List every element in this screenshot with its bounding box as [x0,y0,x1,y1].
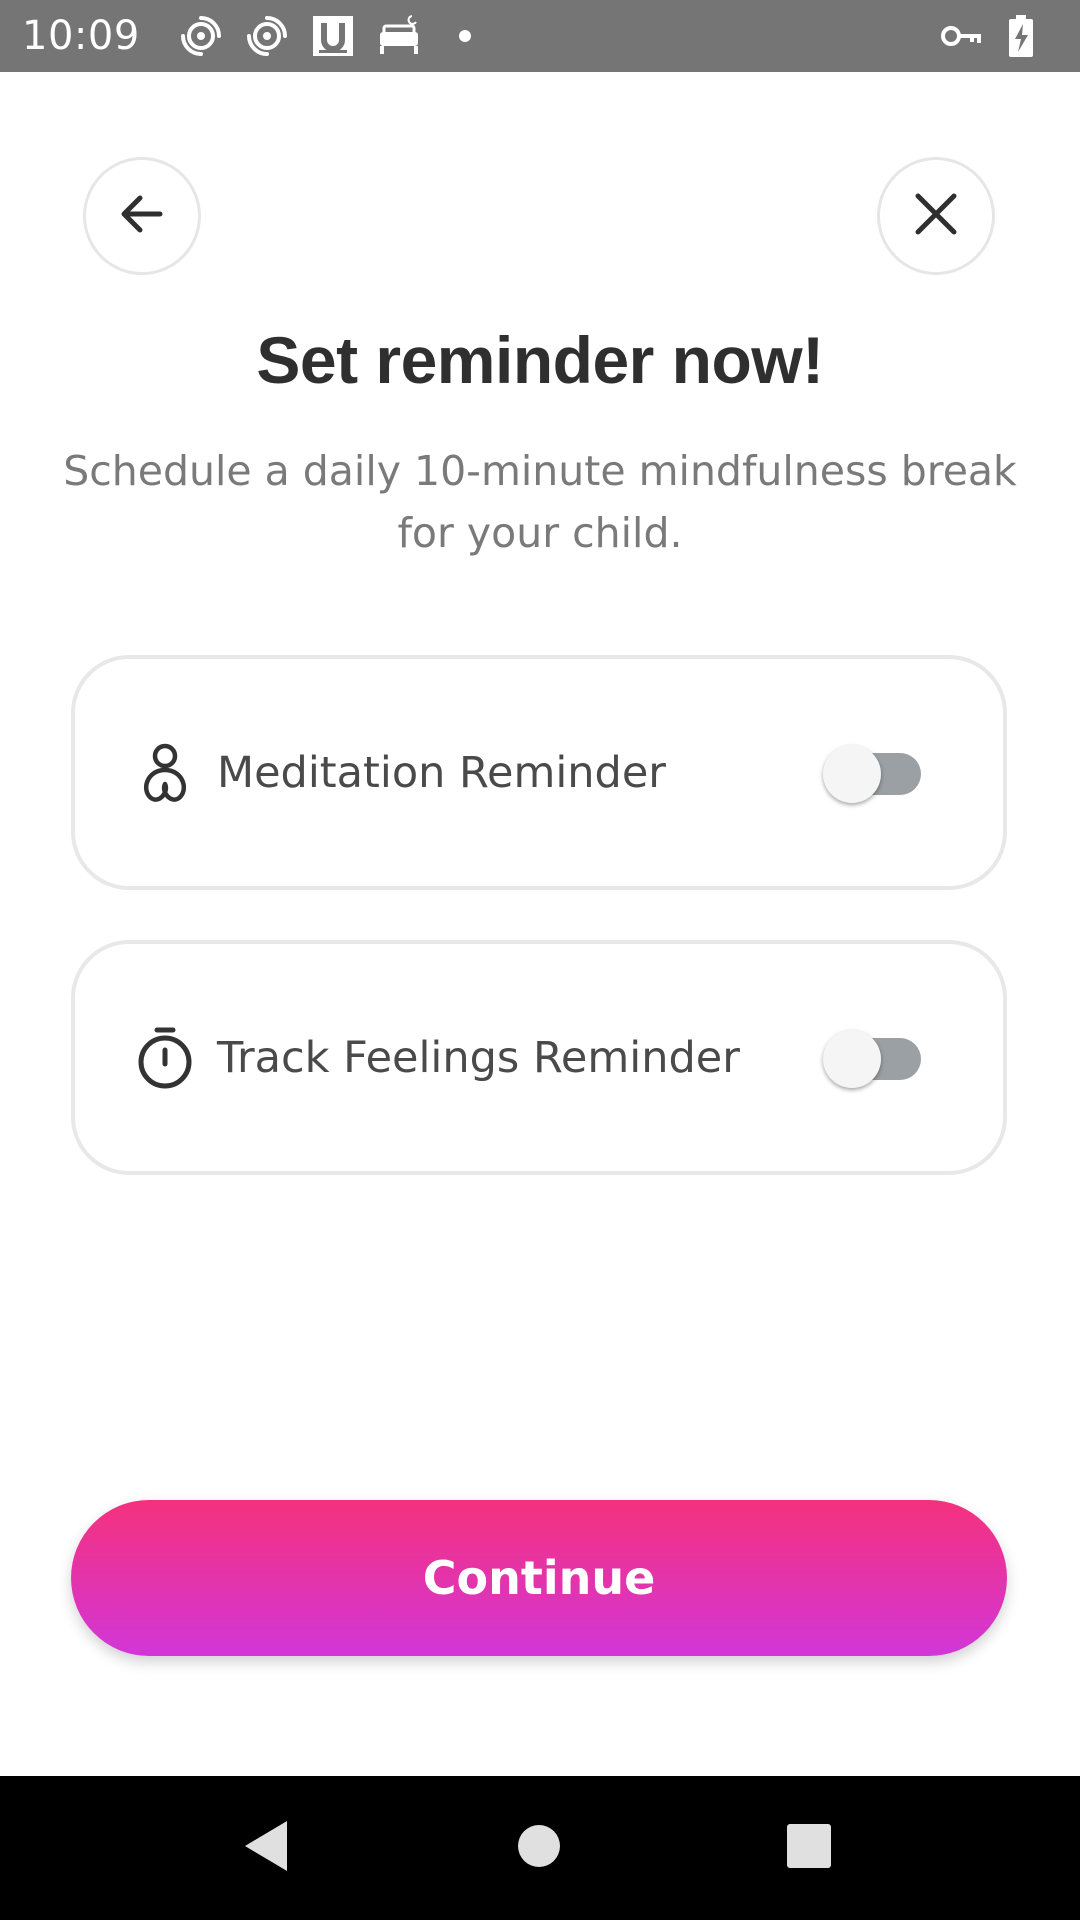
vpn-key-icon [938,13,984,59]
nav-home-icon [516,1823,562,1874]
bed-icon [376,13,422,59]
spiral-icon [178,13,224,59]
track-feelings-reminder-card: Track Feelings Reminder [71,940,1007,1175]
meditation-reminder-label: Meditation Reminder [217,747,666,798]
status-time: 10:09 [22,13,140,59]
continue-label: Continue [422,1551,656,1605]
toggle-knob [823,1029,881,1088]
meditation-icon [133,741,197,805]
status-bar: 10:09 [0,0,1080,72]
navigation-bar [0,1776,1080,1920]
nav-back-button[interactable] [218,1800,314,1896]
track-feelings-reminder-label: Track Feelings Reminder [217,1032,740,1083]
nav-recents-button[interactable] [761,1800,857,1896]
page-title: Set reminder now! [256,323,824,397]
track-feelings-reminder-toggle[interactable] [823,1029,923,1088]
page-subtitle: Schedule a daily 10-minute mindfulness b… [63,447,1017,557]
close-button[interactable] [877,157,995,275]
nav-home-button[interactable] [491,1800,587,1896]
battery-charging-icon [998,13,1044,59]
toggle-knob [823,744,881,803]
meditation-reminder-toggle[interactable] [823,744,923,803]
nav-recents-icon [786,1823,832,1874]
spiral-icon [244,13,290,59]
arrow-left-icon [116,188,168,245]
meditation-reminder-card: Meditation Reminder [71,655,1007,890]
close-icon [910,188,962,245]
nav-back-icon [241,1819,291,1878]
back-button[interactable] [83,157,201,275]
dot-icon [442,13,488,59]
status-right-icons [938,13,1058,59]
continue-button[interactable]: Continue [71,1500,1007,1656]
u-box-icon [310,13,356,59]
stopwatch-icon [133,1026,197,1090]
